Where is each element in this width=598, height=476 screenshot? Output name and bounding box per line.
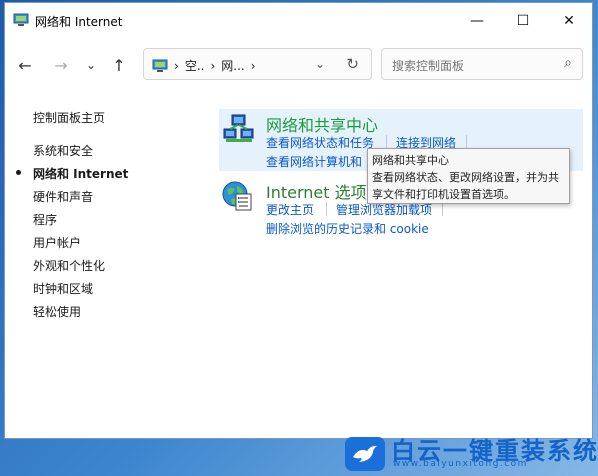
close-icon: ✕ bbox=[563, 13, 575, 29]
address-dropdown-icon[interactable]: ⌄ bbox=[315, 57, 325, 71]
search-placeholder: 搜索控制面板 bbox=[392, 59, 465, 73]
minimize-button[interactable]: — bbox=[454, 3, 500, 39]
breadcrumb-separator: › bbox=[210, 58, 216, 73]
sidebar-item-clock-region[interactable]: 时钟和区域 bbox=[33, 280, 93, 297]
sidebar-item-user-accounts[interactable]: 用户帐户 bbox=[33, 234, 81, 251]
breadcrumb-item[interactable]: 空.. bbox=[185, 57, 205, 74]
link-separator bbox=[442, 202, 443, 216]
up-arrow-icon: ↑ bbox=[112, 55, 126, 75]
search-icon[interactable]: ⌕ bbox=[564, 55, 572, 71]
bird-logo-icon bbox=[345, 437, 385, 471]
window-title: 网络和 Internet bbox=[35, 15, 123, 29]
breadcrumb-item[interactable]: 网... bbox=[221, 57, 244, 74]
breadcrumb-separator: › bbox=[250, 58, 256, 73]
control-panel-app-icon bbox=[13, 13, 29, 26]
link-view-network-computers[interactable]: 查看网络计算机和 bbox=[266, 153, 362, 170]
minimize-icon: — bbox=[470, 13, 484, 29]
forward-button[interactable]: → bbox=[49, 53, 73, 77]
back-button[interactable]: ← bbox=[13, 53, 37, 77]
tooltip-text: 查看网络状态、更改网络设置，并为共享文件和打印机设置首选项。 bbox=[372, 171, 559, 201]
chevron-down-icon: ⌄ bbox=[85, 58, 97, 72]
sidebar-home-link[interactable]: 控制面板主页 bbox=[33, 109, 105, 126]
sidebar-item-programs[interactable]: 程序 bbox=[33, 211, 57, 228]
link-view-network-status[interactable]: 查看网络状态和任务 bbox=[266, 134, 374, 151]
up-button[interactable]: ↑ bbox=[107, 53, 131, 77]
link-separator bbox=[386, 135, 387, 149]
link-delete-browsing-history[interactable]: 删除浏览的历史记录和 cookie bbox=[266, 220, 429, 237]
recent-locations-button[interactable]: ⌄ bbox=[79, 53, 103, 77]
watermark-url: www.baiyunxitong.com bbox=[393, 459, 528, 469]
address-bar[interactable]: › 空.. › 网... › ⌄ ↻ bbox=[143, 48, 372, 80]
maximize-button[interactable]: ☐ bbox=[500, 3, 546, 39]
sidebar-item-ease-of-access[interactable]: 轻松使用 bbox=[33, 303, 81, 320]
sidebar-item-network-internet[interactable]: 网络和 Internet bbox=[33, 165, 128, 182]
sidebar-item-hardware-sound[interactable]: 硬件和声音 bbox=[33, 188, 93, 205]
sidebar-item-appearance[interactable]: 外观和个性化 bbox=[33, 257, 105, 274]
search-box[interactable]: 搜索控制面板 ⌕ bbox=[381, 48, 583, 80]
breadcrumb-separator: › bbox=[174, 58, 179, 73]
category-tooltip: 网络和共享中心 查看网络状态、更改网络设置，并为共享文件和打印机设置首选项。 bbox=[367, 148, 570, 204]
link-separator bbox=[466, 135, 467, 149]
link-change-homepage[interactable]: 更改主页 bbox=[266, 201, 314, 218]
internet-options-icon[interactable] bbox=[221, 180, 253, 212]
tooltip-title: 网络和共享中心 bbox=[372, 154, 449, 167]
network-sharing-icon[interactable] bbox=[223, 113, 255, 145]
link-separator bbox=[326, 202, 327, 216]
refresh-icon[interactable]: ↻ bbox=[346, 55, 359, 73]
navigation-bar: ← → ⌄ ↑ › 空.. › 网... › ⌄ ↻ 搜索控制面板 ⌕ bbox=[5, 39, 592, 91]
control-panel-icon bbox=[152, 59, 168, 72]
category-title-network-sharing[interactable]: 网络和共享中心 bbox=[266, 112, 378, 136]
category-title-internet-options[interactable]: Internet 选项 bbox=[266, 179, 367, 203]
forward-arrow-icon: → bbox=[54, 55, 68, 75]
active-indicator bbox=[16, 170, 21, 175]
sidebar-item-system-security[interactable]: 系统和安全 bbox=[33, 142, 93, 159]
control-panel-window: 网络和 Internet — ☐ ✕ ← → ⌄ ↑ › 空.. › 网... … bbox=[4, 2, 593, 439]
close-button[interactable]: ✕ bbox=[546, 3, 592, 39]
back-arrow-icon: ← bbox=[18, 55, 32, 75]
maximize-icon: ☐ bbox=[516, 13, 530, 29]
title-bar: 网络和 Internet — ☐ ✕ bbox=[5, 3, 592, 39]
